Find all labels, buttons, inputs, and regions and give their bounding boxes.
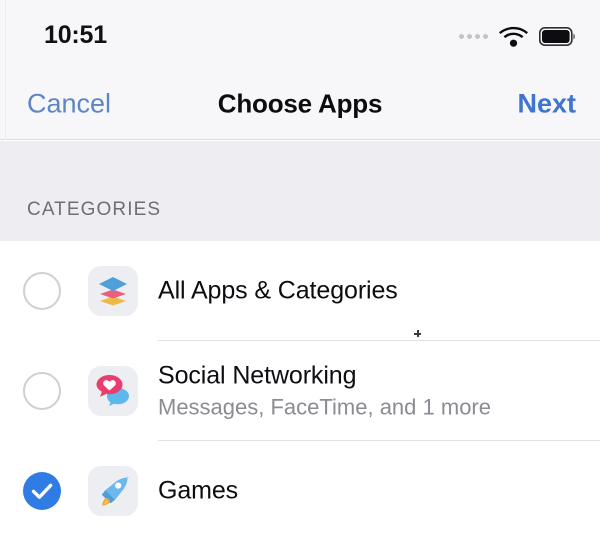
- checkbox-unselected-icon[interactable]: [23, 272, 61, 310]
- list-item-text: Social Networking Messages, FaceTime, an…: [158, 362, 584, 421]
- wifi-icon: [499, 26, 528, 47]
- choose-apps-screen: 10:51 Cancel Choose Apps Next CATEGORIES: [0, 0, 600, 535]
- list-item-subtitle: Messages, FaceTime, and 1 more: [158, 394, 491, 420]
- categories-list: All Apps & Categories Social Networking …: [0, 241, 600, 535]
- list-group-background: [0, 141, 600, 241]
- page-title: Choose Apps: [217, 88, 383, 119]
- next-button[interactable]: Next: [517, 89, 576, 120]
- status-indicators: [459, 26, 576, 47]
- status-bar: 10:51: [0, 0, 600, 68]
- list-item[interactable]: Games: [0, 441, 600, 535]
- list-item-title: Games: [158, 476, 239, 505]
- list-item-text: Games: [158, 477, 584, 506]
- chat-bubble-heart-icon: [88, 366, 138, 416]
- layers-stack-icon: [88, 266, 138, 316]
- list-item-title: All Apps & Categories: [158, 276, 398, 305]
- navigation-bar: Cancel Choose Apps Next: [0, 68, 600, 140]
- status-time: 10:51: [44, 21, 107, 49]
- checkbox-selected-icon[interactable]: [23, 472, 61, 510]
- battery-full-icon: [539, 27, 575, 46]
- list-item[interactable]: All Apps & Categories: [0, 241, 600, 341]
- section-header-categories: CATEGORIES: [27, 199, 162, 220]
- list-item-text: All Apps & Categories: [158, 277, 584, 306]
- checkbox-unselected-icon[interactable]: [23, 372, 61, 410]
- list-item[interactable]: Social Networking Messages, FaceTime, an…: [0, 341, 600, 441]
- rocket-icon: [88, 466, 138, 516]
- signal-dots-icon: [459, 33, 488, 39]
- list-item-title: Social Networking: [158, 361, 357, 390]
